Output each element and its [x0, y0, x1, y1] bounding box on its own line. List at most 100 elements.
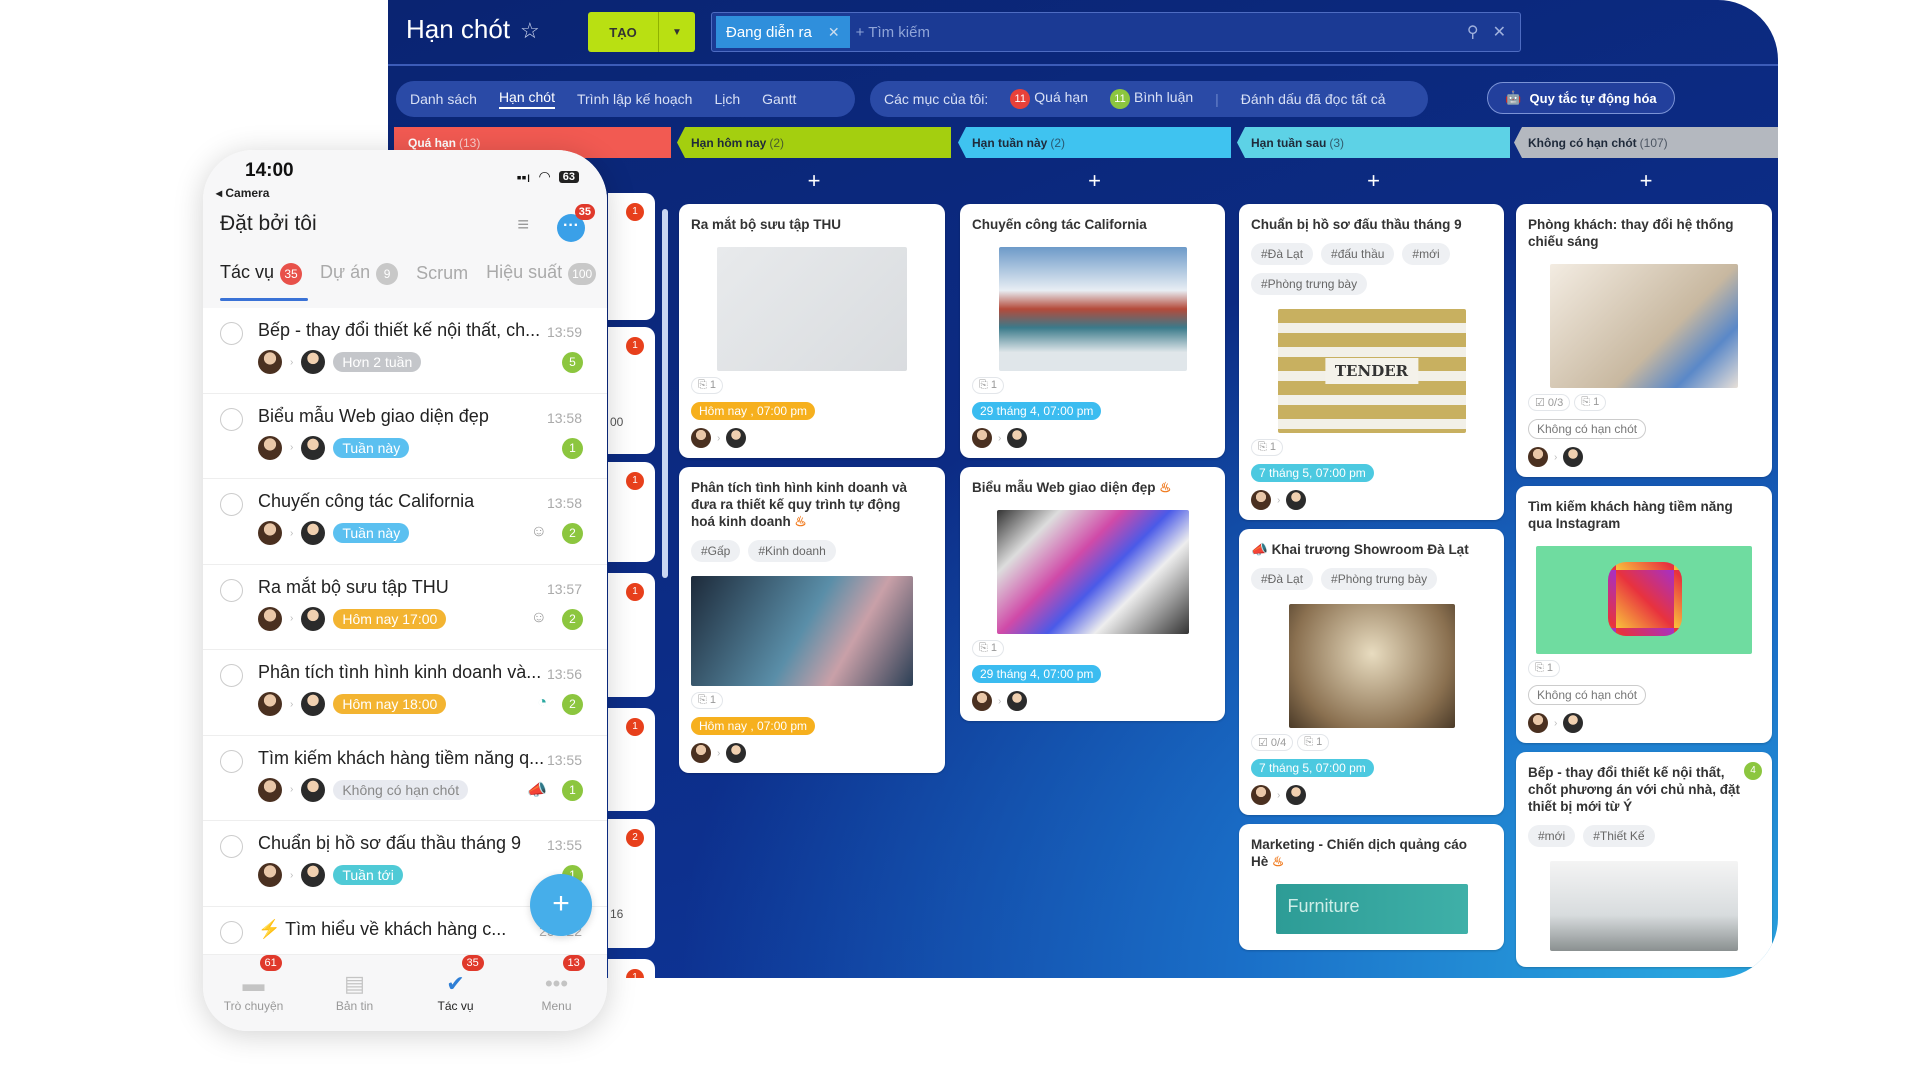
add-card-button-1[interactable]: +: [799, 168, 829, 194]
phone-tab-0[interactable]: Tác vụ 35: [220, 262, 303, 285]
assignee-avatar[interactable]: [1286, 490, 1307, 510]
complete-checkbox[interactable]: [220, 322, 243, 345]
creator-avatar[interactable]: [972, 691, 992, 711]
task-row[interactable]: Biểu mẫu Web giao diện đẹp 13:58 › Tuần này…: [203, 394, 607, 479]
deadline-pill[interactable]: Hôm nay , 07:00 pm: [691, 402, 816, 420]
creator-avatar[interactable]: [972, 428, 992, 448]
overdue-card-5[interactable]: 2 16: [608, 819, 655, 948]
task-card[interactable]: Marketing - Chiến dịch quảng cáo Hè ♨ Fur…: [1239, 824, 1504, 950]
complete-checkbox[interactable]: [220, 749, 243, 773]
search-bar[interactable]: Đang diễn ra ✕ + Tìm kiếm ⚲ ✕: [711, 12, 1521, 52]
tag[interactable]: #Phòng trưng bày: [1321, 568, 1438, 590]
task-card[interactable]: 📣 Khai trương Showroom Đà Lạt #Đà Lạt #Phò…: [1239, 529, 1504, 815]
creator-avatar[interactable]: [691, 743, 711, 763]
complete-checkbox[interactable]: [220, 664, 243, 687]
tag[interactable]: #Gấp: [691, 540, 741, 562]
phone-tab-1[interactable]: Dự án 9: [320, 262, 399, 285]
tag[interactable]: #Thiết Kế: [1583, 825, 1655, 847]
overdue-card-6[interactable]: 1: [608, 959, 655, 978]
task-row[interactable]: Tìm kiếm khách hàng tiềm năng q... 13:55 ›…: [203, 736, 607, 821]
assignee-avatar[interactable]: [1563, 713, 1584, 733]
tag[interactable]: #Phòng trưng bày: [1251, 273, 1368, 295]
task-card[interactable]: Tìm kiếm khách hàng tiềm năng qua Instag…: [1516, 486, 1772, 743]
task-card[interactable]: Chuyến công tác California ⎘ 1 29 tháng 4,…: [960, 204, 1225, 458]
nav-item-1[interactable]: ▤ Bản tin: [304, 955, 405, 1031]
creator-avatar[interactable]: [691, 428, 711, 448]
overdue-card-4[interactable]: 1: [608, 708, 655, 811]
task-card[interactable]: Ra mắt bộ sưu tập THU ⎘ 1 Hôm nay , 07:00 …: [679, 204, 945, 458]
overdue-card-1[interactable]: 1 00: [608, 327, 655, 454]
star-icon[interactable]: ☆: [520, 18, 540, 44]
deadline-pill[interactable]: 7 tháng 5, 07:00 pm: [1251, 759, 1374, 777]
overdue-card-2[interactable]: 1: [608, 462, 655, 562]
deadline-pill[interactable]: 29 tháng 4, 07:00 pm: [972, 665, 1102, 683]
view-tab-3[interactable]: Lịch: [714, 91, 740, 107]
tag[interactable]: #đấu thầu: [1321, 243, 1395, 265]
creator-avatar[interactable]: [1251, 490, 1271, 510]
task-card[interactable]: Chuẩn bị hồ sơ đấu thầu tháng 9 #Đà Lạt #đ…: [1239, 204, 1504, 520]
overdue-filter[interactable]: 11 Quá hạn: [1010, 89, 1088, 109]
add-task-button[interactable]: +: [530, 874, 592, 936]
column-scrollbar[interactable]: [662, 209, 668, 578]
view-tab-4[interactable]: Gantt: [762, 91, 796, 107]
task-card[interactable]: Biểu mẫu Web giao diện đẹp ♨ ⎘ 1 29 tháng …: [960, 467, 1225, 721]
deadline-pill[interactable]: Không có hạn chót: [1528, 685, 1647, 705]
tag[interactable]: #mới: [1528, 825, 1576, 847]
assignee-avatar[interactable]: [1286, 785, 1307, 805]
clear-icon[interactable]: ✕: [1493, 22, 1506, 42]
search-input[interactable]: + Tìm kiếm: [856, 24, 1467, 41]
creator-avatar[interactable]: [1528, 447, 1548, 467]
task-row[interactable]: Bếp - thay đổi thiết kế nội thất, ch... 1…: [203, 308, 607, 394]
tag[interactable]: #Đà Lạt: [1251, 243, 1314, 265]
assignee-avatar[interactable]: [1563, 447, 1584, 467]
task-row[interactable]: Chuyến công tác California 13:58 › Tuần này…: [203, 479, 607, 565]
create-button[interactable]: TẠO ▼: [588, 12, 695, 52]
close-icon[interactable]: ✕: [828, 24, 840, 41]
search-icon[interactable]: ⚲: [1467, 22, 1479, 42]
complete-checkbox[interactable]: [220, 578, 243, 602]
deadline-pill[interactable]: 29 tháng 4, 07:00 pm: [972, 402, 1102, 420]
overdue-card-3[interactable]: 1: [608, 573, 655, 697]
chevron-down-icon[interactable]: ▼: [658, 12, 695, 52]
comments-filter[interactable]: 11 Bình luận: [1109, 89, 1193, 109]
assignee-avatar[interactable]: [1007, 691, 1028, 711]
automation-rules-button[interactable]: 🤖 Quy tắc tự động hóa: [1487, 82, 1675, 114]
complete-checkbox[interactable]: [220, 920, 243, 944]
task-row[interactable]: Phân tích tình hình kinh doanh và... 13:5…: [203, 650, 607, 736]
assignee-avatar[interactable]: [726, 428, 747, 448]
view-tab-1[interactable]: Hạn chót: [498, 89, 555, 109]
deadline-pill[interactable]: 7 tháng 5, 07:00 pm: [1251, 464, 1374, 482]
more-button[interactable]: ··· 35: [557, 204, 595, 242]
creator-avatar[interactable]: [1528, 713, 1548, 733]
complete-checkbox[interactable]: [220, 407, 243, 431]
nav-item-3[interactable]: ••• Menu 13: [506, 955, 607, 1031]
add-card-button-2[interactable]: +: [1080, 168, 1110, 194]
complete-checkbox[interactable]: [220, 835, 243, 858]
assignee-avatar[interactable]: [1007, 428, 1028, 448]
tag[interactable]: #Đà Lạt: [1251, 568, 1314, 590]
task-card[interactable]: Phân tích tình hình kinh doanh và đưa ra…: [679, 467, 945, 773]
task-card[interactable]: Bếp - thay đổi thiết kế nội thất, chốt p…: [1516, 752, 1772, 967]
creator-avatar[interactable]: [1251, 785, 1271, 805]
deadline-pill[interactable]: Không có hạn chót: [1528, 419, 1647, 439]
phone-tab-2[interactable]: Scrum: [416, 263, 468, 284]
deadline-pill[interactable]: Hôm nay , 07:00 pm: [691, 717, 816, 735]
assignee-avatar[interactable]: [726, 743, 747, 763]
mark-all-read-link[interactable]: Đánh dấu đã đọc tất cả: [1241, 91, 1386, 107]
phone-tab-3[interactable]: Hiệu suất 100: [486, 262, 597, 285]
complete-checkbox[interactable]: [220, 493, 243, 516]
task-row[interactable]: Ra mắt bộ sưu tập THU 13:57 › Hôm nay 17:00…: [203, 565, 607, 650]
nav-item-0[interactable]: ▬ Trò chuyện 61: [203, 955, 304, 1031]
add-card-button-3[interactable]: +: [1359, 168, 1389, 194]
view-tab-2[interactable]: Trình lập kế hoạch: [577, 91, 692, 107]
back-to-camera[interactable]: ◂ Camera: [216, 186, 269, 200]
overdue-card-0[interactable]: 1: [608, 193, 655, 320]
filter-chip[interactable]: Đang diễn ra ✕: [716, 16, 850, 48]
task-card[interactable]: Phòng khách: thay đổi hệ thống chiếu sán…: [1516, 204, 1772, 477]
tag[interactable]: #mới: [1402, 243, 1450, 265]
tag[interactable]: #Kinh doanh: [748, 540, 836, 562]
filter-icon[interactable]: ≡: [517, 214, 529, 237]
view-tab-0[interactable]: Danh sách: [410, 91, 477, 107]
add-card-button-4[interactable]: +: [1631, 168, 1661, 194]
nav-item-2[interactable]: ✔ Tác vụ 35: [405, 955, 506, 1031]
